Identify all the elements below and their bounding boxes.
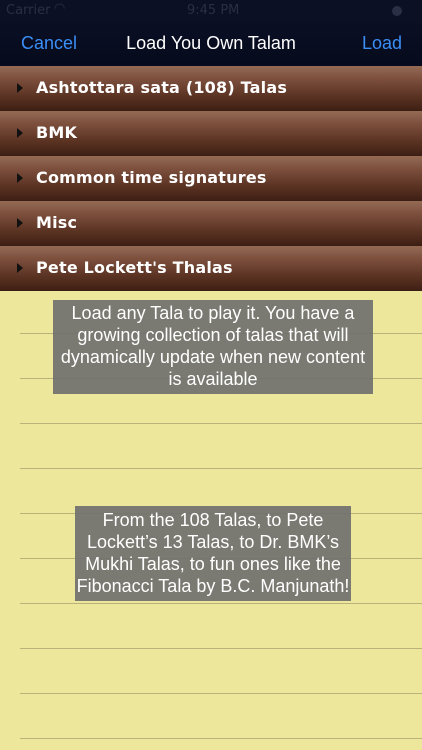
disclosure-triangle-icon	[17, 263, 23, 273]
ruled-line	[20, 468, 422, 469]
disclosure-triangle-icon	[17, 173, 23, 183]
ruled-line	[20, 738, 422, 739]
ruled-line	[20, 603, 422, 604]
list-item-label: Pete Lockett's Thalas	[36, 258, 233, 277]
list-item-label: Misc	[36, 213, 78, 232]
tala-category-list: Ashtottara sata (108) Talas BMK Common t…	[0, 66, 422, 291]
list-item-pete-lockett[interactable]: Pete Lockett's Thalas	[0, 246, 422, 291]
status-bar: Carrier ◠ 9:45 PM	[0, 0, 422, 22]
status-time: 9:45 PM	[187, 3, 240, 18]
ruled-line	[20, 693, 422, 694]
list-item-label: Common time signatures	[36, 168, 267, 187]
carrier-label: Carrier	[6, 3, 51, 18]
battery-icon	[392, 6, 402, 16]
info-callout-collection: From the 108 Talas, to Pete Lockett’s 13…	[75, 506, 351, 601]
load-button[interactable]: Load	[362, 33, 402, 54]
list-item-label: BMK	[36, 123, 78, 142]
list-item-misc[interactable]: Misc	[0, 201, 422, 246]
list-item-common-time-signatures[interactable]: Common time signatures	[0, 156, 422, 201]
list-item-ashtottara[interactable]: Ashtottara sata (108) Talas	[0, 66, 422, 111]
disclosure-triangle-icon	[17, 218, 23, 228]
info-callout-load: Load any Tala to play it. You have a gro…	[53, 300, 373, 394]
list-item-bmk[interactable]: BMK	[0, 111, 422, 156]
page-title: Load You Own Talam	[126, 33, 296, 53]
disclosure-triangle-icon	[17, 83, 23, 93]
list-item-label: Ashtottara sata (108) Talas	[36, 78, 288, 97]
navigation-bar: Cancel Load You Own Talam Load	[0, 22, 422, 66]
ruled-line	[20, 423, 422, 424]
wifi-icon: ◠	[54, 1, 66, 16]
ruled-line	[20, 648, 422, 649]
disclosure-triangle-icon	[17, 128, 23, 138]
